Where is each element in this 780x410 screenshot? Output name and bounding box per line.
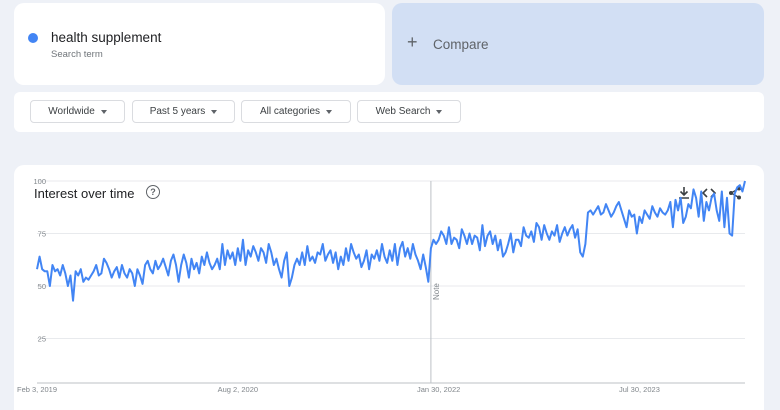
compare-card[interactable]: + Compare	[392, 3, 764, 85]
filter-time-range-label: Past 5 years	[149, 106, 206, 117]
caret-down-icon	[326, 109, 333, 114]
y-tick-label: 75	[38, 230, 46, 239]
y-tick-label: 100	[33, 177, 46, 186]
x-tick-label: Jan 30, 2022	[417, 385, 460, 394]
series-color-dot	[28, 33, 38, 43]
x-tick-label: Feb 3, 2019	[17, 385, 57, 394]
filter-search-type-label: Web Search	[375, 106, 431, 117]
filter-bar: Worldwide Past 5 years All categories We…	[14, 92, 764, 132]
filter-category-label: All categories	[259, 106, 321, 117]
y-tick-label: 50	[38, 282, 46, 291]
caret-down-icon	[436, 109, 443, 114]
search-term-card[interactable]: health supplement Search term	[14, 3, 385, 85]
filter-search-type[interactable]: Web Search	[357, 100, 461, 123]
series-line-health-supplement	[36, 180, 746, 302]
trend-chart: 100 75 50 25 Feb 3, 2019 Aug 2, 2020 Jan 30, 2…	[17, 177, 746, 394]
search-term-type: Search term	[51, 49, 103, 60]
x-tick-label: Jul 30, 2023	[619, 385, 660, 394]
plus-icon: +	[407, 32, 418, 52]
caret-down-icon	[211, 109, 218, 114]
filter-region-label: Worldwide	[48, 106, 95, 117]
caret-down-icon	[100, 109, 107, 114]
note-label: Note	[432, 283, 441, 300]
interest-over-time-card: Interest over time ? 100 75 50 25 Feb 3, 201…	[14, 165, 764, 410]
search-term-name[interactable]: health supplement	[51, 30, 161, 45]
x-tick-label: Aug 2, 2020	[218, 385, 258, 394]
compare-label: Compare	[433, 37, 489, 52]
y-tick-label: 25	[38, 335, 46, 344]
filter-category[interactable]: All categories	[241, 100, 351, 123]
filter-region[interactable]: Worldwide	[30, 100, 125, 123]
filter-time-range[interactable]: Past 5 years	[132, 100, 235, 123]
